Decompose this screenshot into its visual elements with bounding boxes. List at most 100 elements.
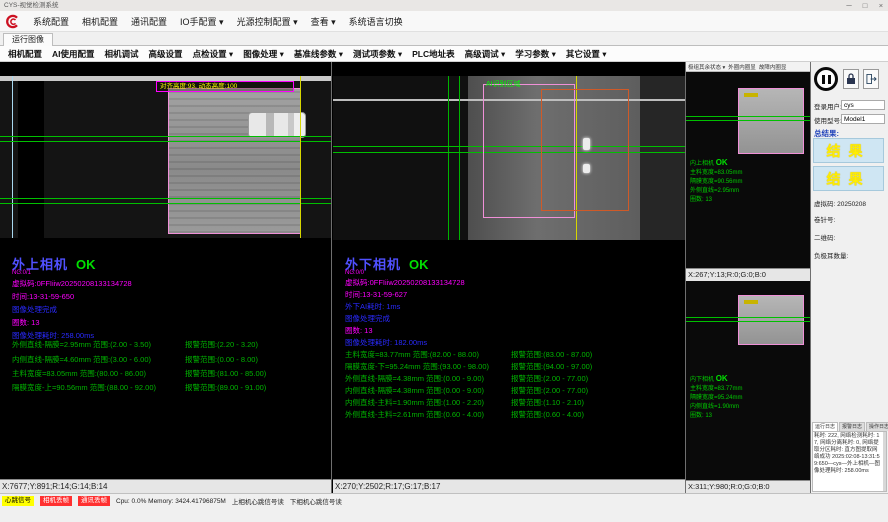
tool-ai-config[interactable]: AI使用配置: [52, 48, 95, 60]
alarm-range: 报警范围:(81.00 - 85.00): [185, 368, 266, 379]
qrcode-label: 二维码:: [814, 232, 835, 242]
app-logo-icon: [5, 14, 20, 29]
measure-value: 隔膜宽度=95.24mm: [690, 394, 743, 403]
time-line: 时间:13-31-59-650: [12, 290, 322, 303]
measure-value: 外侧直线-隔膜=2.95mm 范围:(2.00 - 3.50): [12, 339, 151, 350]
thumb-bottom-pixel-readout: X:311;Y:980;R:0;G:0;B:0: [686, 480, 810, 493]
measure-value: 圈数: 13: [690, 412, 743, 421]
panel-divider: [331, 62, 332, 493]
guide-line-cyan: [12, 76, 13, 238]
tool-spotcheck-settings[interactable]: 点检设置 ▾: [193, 48, 234, 60]
minimize-icon[interactable]: ─: [844, 0, 854, 11]
ok-status: OK: [716, 158, 728, 167]
menu-view[interactable]: 查看 ▾: [311, 15, 336, 28]
measurement-row: 隔膜宽度-下=95.24mm 范围:(93.00 - 98.00) 报警范围:(…: [333, 361, 685, 373]
process-done-line: 图像处理完成: [12, 303, 322, 316]
tool-advanced-debug[interactable]: 高级调试 ▾: [465, 48, 506, 60]
model-field[interactable]: [841, 114, 885, 124]
tab-run-image[interactable]: 运行图像: [3, 33, 53, 46]
thumb-result-text: 内下相机 OK 主料宽度=83.77mm 隔膜宽度=95.24mm 内侧直线=1…: [690, 374, 743, 421]
measure-value: 内侧直线-隔膜=4.60mm 范围:(3.00 - 6.00): [12, 354, 151, 365]
detected-part-region: [168, 88, 301, 234]
menu-camera-config[interactable]: 相机配置: [82, 15, 118, 28]
log-text-content: 耗时: 222, 网络检测耗时: 17, 网络分离耗时: 0, 网络提取分区耗时…: [814, 433, 880, 474]
tool-other-settings[interactable]: 其它设置 ▾: [566, 48, 607, 60]
measurement-row: 隔膜宽度-上=90.56mm 范围:(88.00 - 92.00) 报警范围:(…: [0, 382, 331, 394]
measure-value: 内侧直线=1.90mm: [690, 403, 743, 412]
measure-line-green: [0, 198, 331, 199]
thumb-tab-status[interactable]: 极组其余状态 ▾: [688, 63, 725, 71]
measure-value: 隔膜宽度=90.56mm: [690, 178, 743, 187]
tool-camera-debug[interactable]: 相机调试: [105, 48, 139, 60]
measurement-row: 内侧直线-隔膜=4.60mm 范围:(3.00 - 6.00) 报警范围:(0.…: [0, 354, 331, 366]
menu-comm-config[interactable]: 通讯配置: [131, 15, 167, 28]
bottom-camera-heartbeat-text: 下相机心跳信号读: [290, 496, 342, 506]
alarm-range: 报警范围:(0.00 - 8.00): [185, 354, 258, 365]
measure-value: 隔膜宽度-下=95.24mm 范围:(93.00 - 98.00): [345, 361, 489, 372]
measurement-row: 外侧直线-隔膜=2.95mm 范围:(2.00 - 3.50) 报警范围:(2.…: [0, 339, 331, 351]
measure-value: 外侧直线-隔膜=4.38mm 范围:(0.00 - 9.00): [345, 373, 484, 384]
camera-view-outer-top[interactable]: 对齐高度:93, 动态高度:100: [0, 76, 331, 238]
log-tab-run[interactable]: 运行日志: [812, 422, 838, 431]
tool-learning-params[interactable]: 学习参数 ▾: [515, 48, 556, 60]
log-tab-strip: 运行日志 报警日志 操作日志: [812, 422, 887, 431]
measure-line-green: [0, 141, 331, 142]
close-icon[interactable]: ×: [876, 0, 886, 11]
heartbeat-indicator: 心跳信号: [2, 496, 34, 506]
status-bar: 心跳信号 相机丢帧 通讯丢帧 Cpu: 0.0% Memory: 3424.41…: [0, 493, 888, 522]
edge-line-yellow: [300, 76, 301, 238]
thumb-view-inner-top[interactable]: 内上相机 OK 主料宽度=83.05mm 隔膜宽度=90.56mm 外侧直线=2…: [686, 72, 810, 268]
log-text[interactable]: 耗时: 222, 网络检测耗时: 17, 网络分离耗时: 0, 网络提取分区耗时…: [812, 431, 887, 492]
measure-line-green: [686, 116, 810, 117]
menu-system-config[interactable]: 系统配置: [33, 15, 69, 28]
measure-value: 隔膜宽度-上=90.56mm 范围:(88.00 - 92.00): [12, 382, 156, 393]
guide-line-green: [448, 76, 449, 240]
measure-value: 内侧直线-隔膜=4.38mm 范围:(0.00 - 9.00): [345, 385, 484, 396]
log-scrollbar[interactable]: [883, 432, 886, 491]
log-tab-alarm[interactable]: 报警日志: [839, 422, 865, 431]
thumb-tab-fault[interactable]: 故障内圈显: [759, 63, 787, 71]
menu-bar: 系统配置 相机配置 通讯配置 IO手配置 ▾ 光源控制配置 ▾ 查看 ▾ 系统语…: [0, 11, 888, 32]
thumb-part-image: [738, 88, 804, 154]
barcode-line: 虚拟码:0FFIiiw20250208133134728: [12, 277, 322, 290]
middle-pixel-readout: X:270;Y:2502;R:17;G:17;B:17: [333, 479, 685, 493]
measure-value: 圈数: 13: [690, 196, 743, 205]
measurement-row: 内侧直线-主料=1.90mm 范围:(1.00 - 2.20) 报警范围:(1.…: [333, 397, 685, 409]
result-badge-2: 结果: [813, 166, 884, 191]
camera-view-outer-bottom[interactable]: AI识别区域: [333, 76, 685, 240]
log-tab-operation[interactable]: 操作日志: [866, 422, 888, 431]
thumb-tab-strip: 极组其余状态 ▾ 外圈内圈显 故障内圈显: [686, 62, 810, 72]
tool-plc-address[interactable]: PLC地址表: [412, 48, 455, 60]
thumb-result-text: 内上相机 OK 主料宽度=83.05mm 隔膜宽度=90.56mm 外侧直线=2…: [690, 158, 743, 205]
alarm-range: 报警范围:(2.00 - 77.00): [511, 385, 588, 396]
thumb-view-inner-bottom[interactable]: 内下相机 OK 主料宽度=83.77mm 隔膜宽度=95.24mm 内侧直线=1…: [686, 281, 810, 480]
camera-result-title: 外下相机OK: [345, 254, 655, 270]
measurement-row: 主料宽度=83.77mm 范围:(82.00 - 88.00) 报警范围:(83…: [333, 349, 685, 361]
ok-status: OK: [76, 257, 96, 272]
measure-line-green: [686, 120, 810, 121]
menu-io-config[interactable]: IO手配置 ▾: [180, 15, 224, 28]
tool-camera-config[interactable]: 相机配置: [8, 48, 42, 60]
rounds-line: 圈数: 13: [345, 325, 655, 337]
login-user-label: 登录用户:: [814, 101, 842, 111]
elapsed-line: 图像处理耗时: 182.00ms: [345, 337, 655, 349]
tab-strip: 运行图像: [0, 32, 888, 46]
alarm-range: 报警范围:(2.20 - 3.20): [185, 339, 258, 350]
logout-button[interactable]: [863, 69, 879, 89]
maximize-icon[interactable]: □: [860, 0, 870, 11]
tool-baseline-params[interactable]: 基准线参数 ▾: [294, 48, 343, 60]
tool-advanced-settings[interactable]: 高级设置: [149, 48, 183, 60]
machine-dark-column: [18, 81, 44, 238]
tool-image-processing[interactable]: 图像处理 ▾: [243, 48, 284, 60]
tool-test-params[interactable]: 测试项参数 ▾: [353, 48, 402, 60]
lock-button[interactable]: [843, 69, 859, 89]
menu-language-switch[interactable]: 系统语言切换: [349, 15, 403, 28]
login-user-field[interactable]: [841, 100, 885, 110]
ai-rect-orange: [541, 89, 629, 211]
pause-button[interactable]: [814, 67, 838, 91]
measurement-row: 内侧直线-隔膜=4.38mm 范围:(0.00 - 9.00) 报警范围:(2.…: [333, 385, 685, 397]
alarm-range: 报警范围:(94.00 - 97.00): [511, 361, 592, 372]
thumb-tab-outer[interactable]: 外圈内圈显: [728, 63, 756, 71]
measurement-row: 外侧直线-主料=2.61mm 范围:(0.60 - 4.00) 报警范围:(0.…: [333, 409, 685, 421]
menu-light-config[interactable]: 光源控制配置 ▾: [237, 15, 298, 28]
